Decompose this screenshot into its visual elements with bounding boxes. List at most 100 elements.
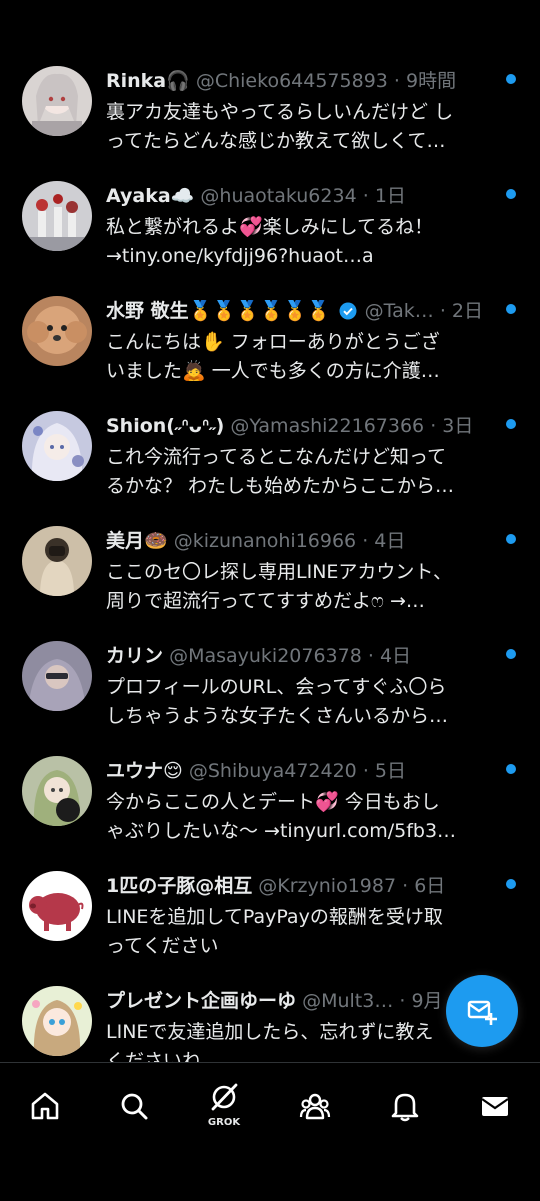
list-item[interactable]: Ayaka☁️ @huaotaku6234 · 1日 私と繋がれるよ💞楽しみにし… bbox=[0, 173, 540, 288]
verified-badge-icon bbox=[339, 302, 357, 320]
unread-dot bbox=[506, 649, 516, 659]
sender-name: 1匹の子豚@相互 bbox=[106, 875, 253, 897]
list-item[interactable]: 水野 敬生🏅🏅🏅🏅🏅🏅 @Tak… · 2日 こんにちは✋ フォローありがとうご… bbox=[0, 288, 540, 403]
list-item[interactable]: Shion(˶ᐢᴗᐢ˶) @Yamashi22167366 · 3日 これ今流行… bbox=[0, 403, 540, 518]
message-line: LINEで友達追加したら、忘れずに教え bbox=[106, 1021, 434, 1043]
sender-handle: @kizunanohi16966 bbox=[173, 530, 357, 552]
message-line: ってください bbox=[106, 935, 219, 957]
grok-icon bbox=[211, 1083, 238, 1111]
message-line: 今からここの人とデート💞 今日もおし bbox=[106, 791, 440, 813]
bottom-navigation: GROK bbox=[0, 1062, 540, 1201]
message-line: るかな？ わたしも始めたからここから… bbox=[106, 475, 455, 497]
sender-name: Rinka🎧 bbox=[106, 70, 190, 92]
message-preview: LINEを追加してPayPayの報酬を受け取 ってください bbox=[106, 903, 496, 961]
message-line: ここのセ〇レ探し専用LINEアカウント、 bbox=[106, 561, 453, 583]
message-line: これ今流行ってるとこなんだけど知って bbox=[106, 446, 447, 468]
sender-handle: @huaotaku6234 bbox=[200, 185, 357, 207]
sender-handle: @Yamashi22167366 bbox=[230, 415, 425, 437]
notifications-icon bbox=[391, 1093, 419, 1122]
avatar[interactable] bbox=[22, 526, 92, 596]
message-preview: これ今流行ってるとこなんだけど知って るかな？ わたしも始めたからここから… bbox=[106, 443, 496, 501]
avatar[interactable] bbox=[22, 871, 92, 941]
message-preview: 今からここの人とデート💞 今日もおし ゃぶりしたいな〜 →tinyurl.com… bbox=[106, 788, 496, 846]
message-preview: ここのセ〇レ探し専用LINEアカウント、 周りで超流行っててすすめだよෆ →… bbox=[106, 558, 496, 616]
sender-name: ユウナ😌 bbox=[106, 760, 183, 782]
sender-handle: @Krzynio1987 bbox=[258, 875, 397, 897]
sender-header: ユウナ😌 @Shibuya472420 · 5日 bbox=[106, 760, 406, 782]
sender-name: プレゼント企画ゆーゆ bbox=[106, 990, 297, 1012]
timestamp: 4日 bbox=[374, 530, 406, 552]
sender-header: 1匹の子豚@相互 @Krzynio1987 · 6日 bbox=[106, 875, 446, 897]
list-item[interactable]: Rinka🎧 @Chieko644575893 · 9時間 裏アカ友達もやってる… bbox=[0, 58, 540, 173]
avatar[interactable] bbox=[22, 411, 92, 481]
list-item[interactable]: 1匹の子豚@相互 @Krzynio1987 · 6日 LINEを追加してPayP… bbox=[0, 863, 540, 978]
nav-home[interactable] bbox=[20, 1083, 70, 1133]
unread-dot bbox=[506, 764, 516, 774]
message-line: 裏アカ友達もやってるらしいんだけど し bbox=[106, 101, 454, 123]
message-line: →tiny.one/kyfdjj96?huaot…a bbox=[106, 245, 374, 267]
sender-handle: @Tak… bbox=[364, 300, 434, 322]
message-line: 周りで超流行っててすすめだよෆ →… bbox=[106, 590, 425, 612]
message-line: ってたらどんな感じか教えて欲しくて… bbox=[106, 130, 446, 152]
message-line: しちゃうような女子たくさんいるから… bbox=[106, 705, 449, 727]
sender-name: カリン bbox=[106, 645, 164, 667]
message-line: こんにちは✋ フォローありがとうござ bbox=[106, 331, 440, 353]
sender-name: Shion(˶ᐢᴗᐢ˶) bbox=[106, 415, 225, 437]
sender-header: Ayaka☁️ @huaotaku6234 · 1日 bbox=[106, 185, 406, 207]
sender-name: 美月🍩 bbox=[106, 530, 168, 552]
avatar[interactable] bbox=[22, 181, 92, 251]
sender-header: 美月🍩 @kizunanohi16966 · 4日 bbox=[106, 530, 406, 552]
message-preview: プロフィールのURL、会ってすぐふ〇ら しちゃうような女子たくさんいるから… bbox=[106, 673, 496, 731]
list-item[interactable]: ユウナ😌 @Shibuya472420 · 5日 今からここの人とデート💞 今日… bbox=[0, 748, 540, 863]
new-message-button[interactable] bbox=[446, 975, 518, 1047]
timestamp: 4日 bbox=[379, 645, 412, 667]
messages-icon bbox=[481, 1097, 509, 1116]
nav-notifications[interactable] bbox=[380, 1083, 430, 1133]
new-message-icon bbox=[467, 1000, 497, 1025]
timestamp: 1日 bbox=[374, 185, 406, 207]
list-item[interactable]: カリン @Masayuki2076378 · 4日 プロフィールのURL、会って… bbox=[0, 633, 540, 748]
grok-label: GROK bbox=[207, 1117, 241, 1128]
sender-name: 水野 敬生🏅🏅🏅🏅🏅🏅 bbox=[106, 300, 331, 322]
avatar[interactable] bbox=[22, 756, 92, 826]
unread-dot bbox=[506, 879, 516, 889]
unread-dot bbox=[506, 304, 516, 314]
message-preview: 私と繋がれるよ💞楽しみにしてるね！ →tiny.one/kyfdjj96?hua… bbox=[106, 213, 496, 271]
unread-dot bbox=[506, 189, 516, 199]
avatar[interactable] bbox=[22, 296, 92, 366]
unread-dot bbox=[506, 419, 516, 429]
sender-header: プレゼント企画ゆーゆ @Mult3… · 9月 bbox=[106, 990, 443, 1012]
nav-grok[interactable]: GROK bbox=[199, 1083, 249, 1133]
message-line: 私と繋がれるよ💞楽しみにしてるね！ bbox=[106, 216, 434, 238]
sender-name: Ayaka☁️ bbox=[106, 185, 195, 207]
timestamp: 3日 bbox=[442, 415, 474, 437]
sender-header: Shion(˶ᐢᴗᐢ˶) @Yamashi22167366 · 3日 bbox=[106, 415, 474, 437]
sender-header: Rinka🎧 @Chieko644575893 · 9時間 bbox=[106, 70, 457, 92]
unread-dot bbox=[506, 534, 516, 544]
home-icon bbox=[31, 1092, 59, 1120]
sender-handle: @Masayuki2076378 bbox=[169, 645, 362, 667]
message-line: LINEを追加してPayPayの報酬を受け取 bbox=[106, 906, 443, 928]
timestamp: 5日 bbox=[374, 760, 406, 782]
timestamp: 9月 bbox=[411, 990, 443, 1012]
nav-messages[interactable] bbox=[470, 1083, 520, 1133]
communities-icon bbox=[299, 1093, 331, 1120]
list-item[interactable]: 美月🍩 @kizunanohi16966 · 4日 ここのセ〇レ探し専用LINE… bbox=[0, 518, 540, 633]
sender-handle: @Chieko644575893 bbox=[195, 70, 388, 92]
message-line: プロフィールのURL、会ってすぐふ〇ら bbox=[106, 676, 447, 698]
nav-communities[interactable] bbox=[290, 1083, 340, 1133]
avatar[interactable] bbox=[22, 641, 92, 711]
nav-search[interactable] bbox=[109, 1083, 159, 1133]
avatar[interactable] bbox=[22, 986, 92, 1056]
timestamp: 6日 bbox=[414, 875, 446, 897]
unread-dot bbox=[506, 74, 516, 84]
message-line: いました🙇 一人でも多くの方に介護… bbox=[106, 360, 440, 382]
timestamp: 9時間 bbox=[406, 70, 457, 92]
search-icon bbox=[121, 1093, 148, 1120]
sender-handle: @Shibuya472420 bbox=[188, 760, 357, 782]
sender-header: カリン @Masayuki2076378 · 4日 bbox=[106, 645, 412, 667]
avatar[interactable] bbox=[22, 66, 92, 136]
timestamp: 2日 bbox=[451, 300, 483, 322]
sender-header: 水野 敬生🏅🏅🏅🏅🏅🏅 @Tak… · 2日 bbox=[106, 300, 483, 322]
message-preview: 裏アカ友達もやってるらしいんだけど し ってたらどんな感じか教えて欲しくて… bbox=[106, 98, 496, 156]
